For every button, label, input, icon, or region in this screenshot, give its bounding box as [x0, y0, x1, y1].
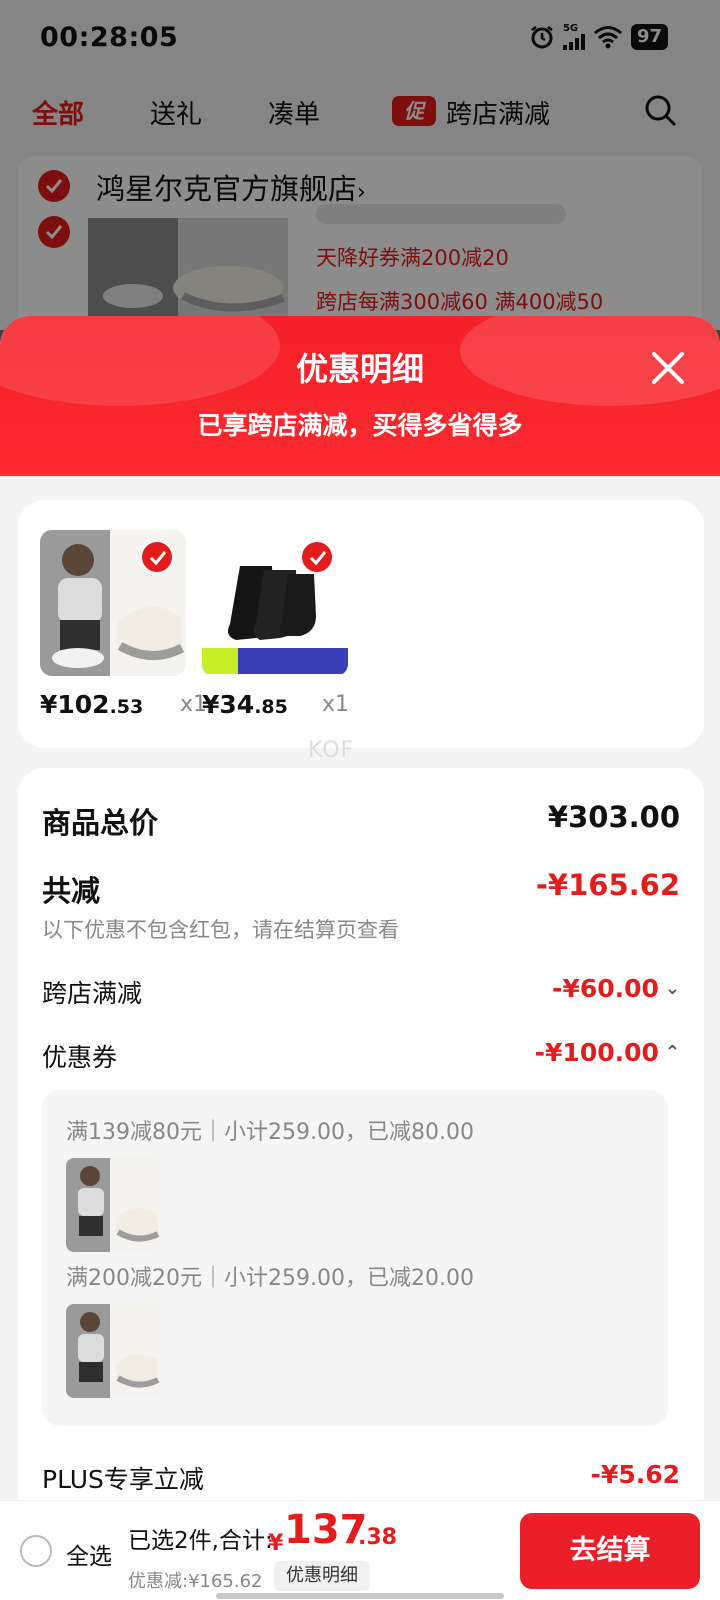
- total-price-value: ¥303.00: [547, 800, 680, 834]
- total-amount-integer: 137: [284, 1507, 368, 1553]
- coupon-product-thumbnail: [66, 1158, 160, 1252]
- total-currency: ¥: [268, 1531, 284, 1556]
- coupon-label[interactable]: 优惠券: [42, 1038, 117, 1074]
- item-price: ¥102.53: [40, 690, 144, 719]
- total-discount-value: -¥165.62: [535, 868, 680, 902]
- select-all-label[interactable]: 全选: [66, 1537, 112, 1571]
- chevron-up-icon: ⌃: [664, 1042, 680, 1063]
- close-icon[interactable]: [646, 346, 690, 390]
- total-price-label: 商品总价: [42, 806, 159, 840]
- sheet-subtitle: 已享跨店满减，买得多省得多: [197, 411, 523, 440]
- item-check-icon[interactable]: [300, 540, 334, 574]
- selected-items-card: ¥102.53 x1 ¥34.85 x1: [18, 500, 704, 748]
- plus-discount-value: -¥5.62: [590, 1460, 680, 1489]
- checkout-button[interactable]: 去结算: [520, 1513, 700, 1589]
- chevron-down-icon: ⌄: [664, 978, 680, 999]
- price-detail-card: 商品总价 ¥303.00 共减 -¥165.62 以下优惠不包含红包，请在结算页…: [18, 768, 704, 1600]
- total-discount-label: 共减: [42, 874, 101, 908]
- coupon-rule-text: 满139减80元｜小计259.00，已减80.00: [66, 1120, 474, 1145]
- coupon-rule-text: 满200减20元｜小计259.00，已减20.00: [66, 1266, 474, 1291]
- sheet-title: 优惠明细: [295, 350, 424, 388]
- coupon-value[interactable]: -¥100.00 ⌃: [535, 1038, 680, 1067]
- discount-detail-button[interactable]: 优惠明细: [274, 1561, 370, 1591]
- checkout-bar: 全选 已选2件,合计: ¥ 137 .38 优惠减:¥165.62 优惠明细 去…: [0, 1500, 720, 1600]
- item-price: ¥34.85: [202, 690, 288, 719]
- cross-store-discount-label[interactable]: 跨店满减: [42, 974, 142, 1010]
- item-quantity: x1: [322, 692, 350, 717]
- saved-amount-text: 优惠减:¥165.62: [128, 1571, 263, 1592]
- coupon-detail-box: 满139减80元｜小计259.00，已减80.00 满200减20元｜小计259…: [42, 1090, 668, 1426]
- discount-detail-sheet: 优惠明细 已享跨店满减，买得多省得多 ¥102.53 x1 ¥34.85 x1 …: [0, 316, 720, 1600]
- home-indicator: [216, 1593, 504, 1599]
- select-all-radio[interactable]: [20, 1535, 52, 1567]
- cross-store-discount-value[interactable]: -¥60.00 ⌄: [552, 974, 680, 1003]
- plus-discount-label: PLUS专享立减: [42, 1465, 204, 1494]
- selected-count-text: 已选2件,合计:: [128, 1528, 273, 1554]
- item-check-icon[interactable]: [140, 540, 174, 574]
- coupon-product-thumbnail: [66, 1304, 160, 1398]
- total-amount-decimal: .38: [358, 1525, 397, 1550]
- watermark: KOF: [308, 738, 355, 763]
- discount-note: 以下优惠不包含红包，请在结算页查看: [42, 918, 399, 942]
- sheet-header: 优惠明细 已享跨店满减，买得多省得多: [0, 316, 720, 476]
